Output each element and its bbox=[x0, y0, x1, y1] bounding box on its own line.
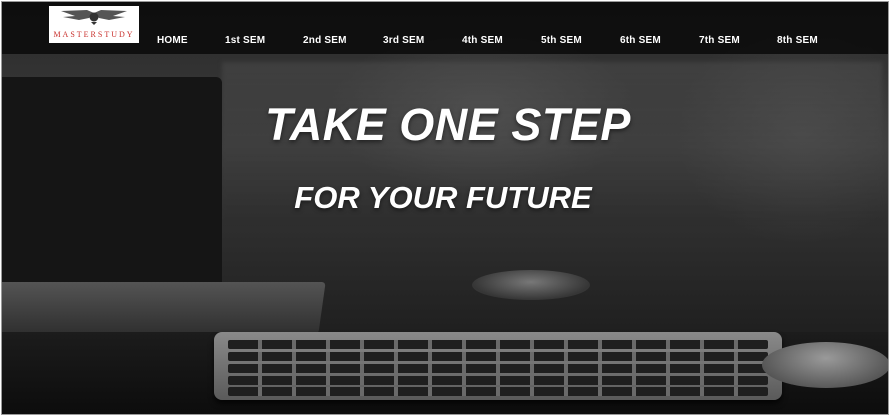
top-navbar: MASTERSTUDY HOME 1st SEM 2nd SEM 3rd SEM… bbox=[2, 2, 888, 54]
nav-6th-sem[interactable]: 6th SEM bbox=[620, 35, 661, 46]
background-keyboard bbox=[214, 332, 782, 400]
nav-home[interactable]: HOME bbox=[157, 35, 188, 46]
nav-7th-sem[interactable]: 7th SEM bbox=[699, 35, 740, 46]
nav-8th-sem[interactable]: 8th SEM bbox=[777, 35, 818, 46]
nav-2nd-sem[interactable]: 2nd SEM bbox=[303, 35, 347, 46]
background-mouse bbox=[762, 342, 888, 388]
keyboard-row bbox=[228, 376, 768, 385]
nav-3rd-sem[interactable]: 3rd SEM bbox=[383, 35, 424, 46]
nav-1st-sem[interactable]: 1st SEM bbox=[225, 35, 265, 46]
keyboard-row bbox=[228, 340, 768, 349]
site-logo[interactable]: MASTERSTUDY bbox=[49, 6, 139, 43]
nav-5th-sem[interactable]: 5th SEM bbox=[541, 35, 582, 46]
keyboard-row bbox=[228, 352, 768, 361]
page-frame: MASTERSTUDY HOME 1st SEM 2nd SEM 3rd SEM… bbox=[1, 1, 889, 415]
wings-logo-icon bbox=[61, 10, 127, 25]
hero-subheadline: FOR YOUR FUTURE bbox=[294, 180, 592, 215]
background-laptop-base bbox=[2, 282, 326, 334]
nav-4th-sem[interactable]: 4th SEM bbox=[462, 35, 503, 46]
hero-headline: TAKE ONE STEP bbox=[265, 99, 631, 150]
logo-brand-text: MASTERSTUDY bbox=[53, 30, 135, 39]
keyboard-row bbox=[228, 364, 768, 373]
background-cup bbox=[472, 270, 590, 300]
keyboard-row bbox=[228, 387, 768, 396]
